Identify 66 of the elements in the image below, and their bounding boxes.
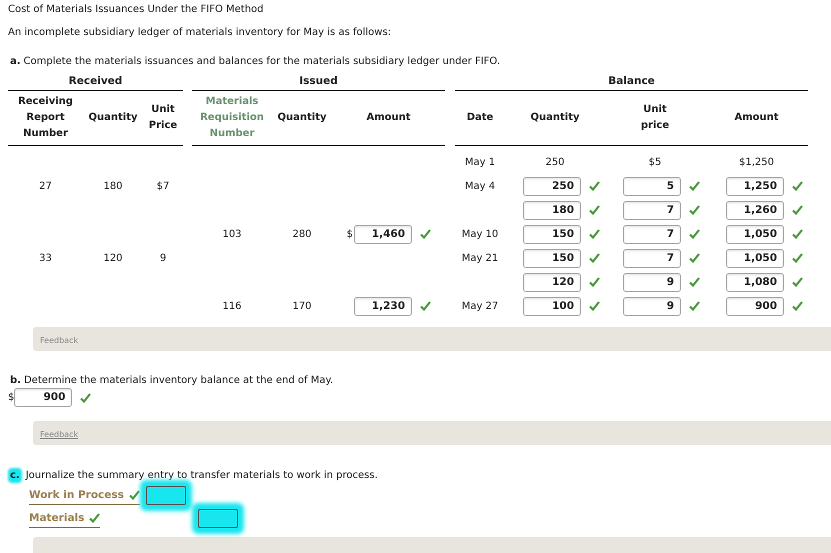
input-field[interactable]: 7	[623, 200, 681, 220]
table-cell: 120	[103, 252, 123, 264]
table-cell: 103	[222, 228, 242, 240]
account-label: Materials	[29, 510, 100, 528]
part-letter: c.	[10, 470, 20, 481]
column-header: Quantity	[272, 91, 332, 146]
table-cell: $7	[156, 180, 170, 192]
input-field[interactable]: 1,260	[726, 200, 784, 220]
table-cell: May 4	[464, 180, 496, 192]
column-header: Quantity	[83, 91, 143, 146]
input-field[interactable]: 1,460	[354, 224, 412, 244]
column-header: Materials Requisition Number	[192, 91, 272, 146]
currency-sign: $	[8, 392, 14, 403]
table-cell: May 1	[464, 156, 496, 168]
account-label: Work in Process	[29, 486, 140, 504]
input-field[interactable]: 250	[523, 176, 581, 196]
table-cell: 33	[39, 252, 52, 264]
table-cell: $5	[648, 156, 662, 168]
question-text: Complete the materials issuances and balances for the materials subsidiary ledger under FIFO.	[24, 56, 500, 67]
column-header: Unit price	[605, 91, 705, 146]
table-cell: $1,250	[739, 156, 774, 168]
input-field[interactable]: 900	[726, 296, 784, 316]
table-cell: 9	[160, 252, 166, 264]
table-cell: May 27	[462, 300, 498, 312]
column-header: Unit Price	[143, 91, 183, 146]
column-header: Receiving Report Number	[8, 91, 83, 146]
table-cell: 250	[545, 156, 565, 168]
input-field[interactable]: 1,050	[726, 248, 784, 268]
input-field[interactable]: 100	[523, 296, 581, 316]
input-field[interactable]	[146, 486, 186, 505]
table-cell: 280	[292, 228, 312, 240]
input-field[interactable]: 150	[523, 224, 581, 244]
part-letter: b.	[10, 375, 21, 386]
question-text: Journalize the summary entry to transfer materials to work in process.	[26, 470, 378, 481]
input-field[interactable]: 9	[623, 296, 681, 316]
input-field[interactable]	[198, 509, 238, 528]
input-field[interactable]: 1,250	[726, 176, 784, 196]
group-heading: Issued	[192, 75, 445, 91]
part-letter: a.	[10, 56, 21, 67]
column-header: Amount	[705, 91, 808, 146]
column-header: Quantity	[505, 91, 605, 146]
table-cell: 180	[103, 180, 123, 192]
group-heading: Balance	[455, 75, 808, 91]
input-field[interactable]: 180	[523, 200, 581, 220]
column-header: Date	[455, 91, 505, 146]
input-field[interactable]: 1,080	[726, 272, 784, 292]
input-field[interactable]: 1,050	[726, 224, 784, 244]
input-field[interactable]: 7	[623, 224, 681, 244]
table-cell: May 21	[462, 252, 498, 264]
input-field[interactable]: 900	[14, 388, 72, 407]
input-field[interactable]: 1,230	[354, 296, 412, 316]
column-header: Amount	[332, 91, 445, 146]
input-field[interactable]: 120	[523, 272, 581, 292]
question-text: Determine the materials inventory balance at the end of May.	[24, 375, 334, 386]
table-cell: 27	[39, 180, 52, 192]
input-field[interactable]: 9	[623, 272, 681, 292]
intro-text: An incomplete subsidiary ledger of materials inventory for May is as follows:	[8, 27, 392, 38]
currency-sign: $	[346, 228, 353, 240]
input-field[interactable]: 5	[623, 176, 681, 196]
input-field[interactable]: 150	[523, 248, 581, 268]
page-title: Cost of Materials Issuances Under the FIFO Method	[8, 4, 264, 15]
table-cell: 170	[292, 300, 312, 312]
input-field[interactable]: 7	[623, 248, 681, 268]
group-heading: Received	[8, 75, 183, 91]
table-cell: May 10	[462, 228, 498, 240]
table-cell: 116	[222, 300, 242, 312]
